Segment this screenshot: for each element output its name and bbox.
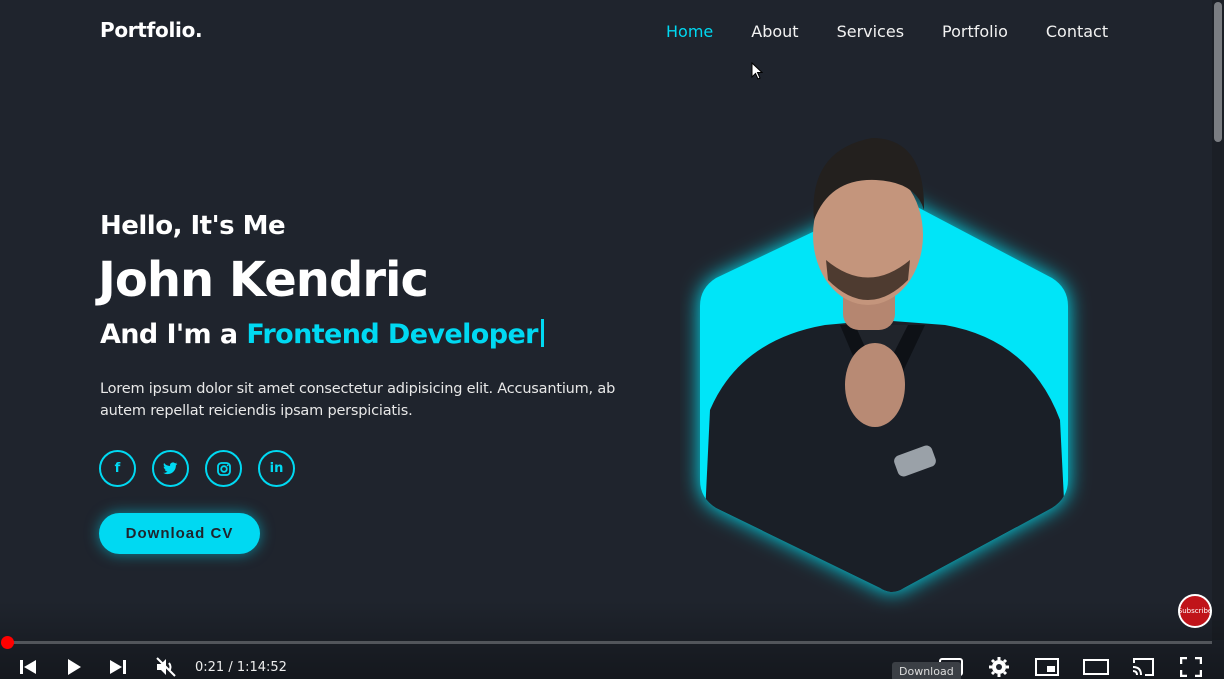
nav-about[interactable]: About: [751, 22, 798, 41]
logo[interactable]: Portfolio.: [100, 18, 203, 42]
scrollbar-thumb[interactable]: [1214, 2, 1222, 142]
nav-contact[interactable]: Contact: [1046, 22, 1108, 41]
hero-description: Lorem ipsum dolor sit amet consectetur a…: [100, 381, 616, 419]
hero-role-prefix: And I'm a: [100, 319, 247, 350]
page: Portfolio. Home About Services Portfolio…: [0, 0, 1224, 679]
nav-services[interactable]: Services: [837, 22, 904, 41]
page-scrollbar[interactable]: [1212, 0, 1224, 640]
subscribe-badge[interactable]: Subscribe: [1178, 594, 1212, 628]
progress-bar[interactable]: [8, 641, 1212, 644]
download-cv-button[interactable]: Download CV: [99, 513, 260, 554]
facebook-icon[interactable]: f: [99, 450, 136, 487]
play-icon[interactable]: [64, 655, 84, 679]
instagram-icon[interactable]: [205, 450, 242, 487]
hero-greeting: Hello, It's Me: [100, 211, 286, 241]
mouse-cursor-icon: [751, 62, 763, 80]
fullscreen-icon[interactable]: [1179, 655, 1203, 679]
next-icon[interactable]: [108, 655, 128, 679]
hero-role: And I'm a Frontend Developer: [100, 319, 544, 350]
linkedin-icon[interactable]: in: [258, 450, 295, 487]
cast-icon[interactable]: [1130, 655, 1156, 679]
typing-caret: [540, 319, 544, 347]
theater-icon[interactable]: [1082, 655, 1110, 679]
hero-role-highlight: Frontend Developer: [246, 319, 538, 350]
nav-portfolio[interactable]: Portfolio: [942, 22, 1008, 41]
social-links: f in: [99, 450, 295, 487]
miniplayer-icon[interactable]: [1034, 655, 1060, 679]
hero-name: John Kendric: [98, 252, 429, 308]
previous-icon[interactable]: [18, 655, 38, 679]
twitter-icon[interactable]: [152, 450, 189, 487]
time-display: 0:21 / 1:14:52: [195, 660, 287, 675]
mute-icon[interactable]: [154, 655, 178, 679]
nav-home[interactable]: Home: [666, 22, 713, 41]
progress-scrubber[interactable]: [1, 636, 14, 649]
download-tooltip: Download: [892, 662, 961, 679]
main-nav: Home About Services Portfolio Contact: [666, 22, 1146, 41]
profile-portrait-image: [700, 138, 1068, 592]
settings-icon[interactable]: [987, 655, 1011, 679]
